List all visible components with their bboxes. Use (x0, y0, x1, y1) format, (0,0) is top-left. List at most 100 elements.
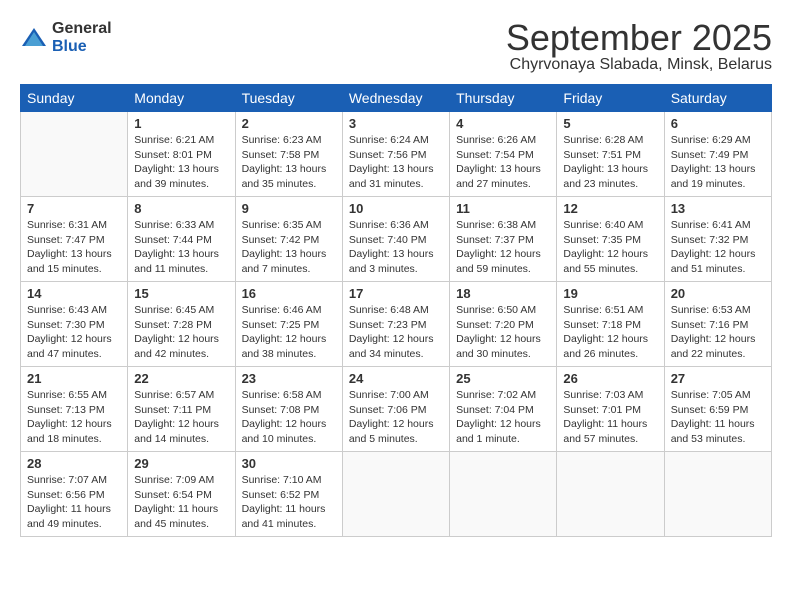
day-header-friday: Friday (557, 85, 664, 112)
day-info: Sunrise: 6:45 AM Sunset: 7:28 PM Dayligh… (134, 303, 228, 362)
day-number: 19 (563, 286, 657, 301)
calendar-cell: 15 Sunrise: 6:45 AM Sunset: 7:28 PM Dayli… (128, 282, 235, 367)
day-header-monday: Monday (128, 85, 235, 112)
day-info: Sunrise: 6:40 AM Sunset: 7:35 PM Dayligh… (563, 218, 657, 277)
calendar-cell: 8 Sunrise: 6:33 AM Sunset: 7:44 PM Daylig… (128, 197, 235, 282)
calendar-cell (342, 452, 449, 537)
month-title: September 2025 (506, 20, 772, 56)
calendar-cell: 2Sunrise: 6:23 AM Sunset: 7:58 PM Daylig… (235, 112, 342, 197)
day-number: 10 (349, 201, 443, 216)
calendar-cell: 23 Sunrise: 6:58 AM Sunset: 7:08 PM Dayli… (235, 367, 342, 452)
day-number: 20 (671, 286, 765, 301)
day-number: 28 (27, 456, 121, 471)
calendar-cell: 12Sunrise: 6:40 AM Sunset: 7:35 PM Dayli… (557, 197, 664, 282)
week-row-2: 7 Sunrise: 6:31 AM Sunset: 7:47 PM Daylig… (21, 197, 772, 282)
day-number: 2 (242, 116, 336, 131)
day-info: Sunrise: 7:07 AM Sunset: 6:56 PM Dayligh… (27, 473, 121, 532)
calendar-cell (450, 452, 557, 537)
calendar-cell: 10 Sunrise: 6:36 AM Sunset: 7:40 PM Dayli… (342, 197, 449, 282)
day-number: 4 (456, 116, 550, 131)
title-block: September 2025 Chyrvonaya Slabada, Minsk… (506, 20, 772, 74)
calendar-cell: 14Sunrise: 6:43 AM Sunset: 7:30 PM Dayli… (21, 282, 128, 367)
day-number: 29 (134, 456, 228, 471)
day-number: 6 (671, 116, 765, 131)
day-info: Sunrise: 7:00 AM Sunset: 7:06 PM Dayligh… (349, 388, 443, 447)
calendar-cell: 5 Sunrise: 6:28 AM Sunset: 7:51 PM Daylig… (557, 112, 664, 197)
calendar-cell: 19 Sunrise: 6:51 AM Sunset: 7:18 PM Dayli… (557, 282, 664, 367)
day-header-thursday: Thursday (450, 85, 557, 112)
day-number: 7 (27, 201, 121, 216)
day-info: Sunrise: 6:35 AM Sunset: 7:42 PM Dayligh… (242, 218, 336, 277)
day-number: 15 (134, 286, 228, 301)
day-info: Sunrise: 7:02 AM Sunset: 7:04 PM Dayligh… (456, 388, 550, 447)
location-subtitle: Chyrvonaya Slabada, Minsk, Belarus (506, 56, 772, 74)
calendar-cell: 6 Sunrise: 6:29 AM Sunset: 7:49 PM Daylig… (664, 112, 771, 197)
day-info: Sunrise: 6:41 AM Sunset: 7:32 PM Dayligh… (671, 218, 765, 277)
day-info: Sunrise: 6:24 AM Sunset: 7:56 PM Dayligh… (349, 133, 443, 192)
logo-general-text: General (52, 20, 112, 38)
calendar-cell: 9Sunrise: 6:35 AM Sunset: 7:42 PM Daylig… (235, 197, 342, 282)
day-number: 23 (242, 371, 336, 386)
calendar-cell (664, 452, 771, 537)
day-number: 21 (27, 371, 121, 386)
calendar-cell: 13 Sunrise: 6:41 AM Sunset: 7:32 PM Dayli… (664, 197, 771, 282)
day-info: Sunrise: 6:43 AM Sunset: 7:30 PM Dayligh… (27, 303, 121, 362)
day-info: Sunrise: 6:33 AM Sunset: 7:44 PM Dayligh… (134, 218, 228, 277)
day-number: 25 (456, 371, 550, 386)
calendar-cell: 7 Sunrise: 6:31 AM Sunset: 7:47 PM Daylig… (21, 197, 128, 282)
logo-text: General Blue (52, 20, 112, 55)
day-info: Sunrise: 6:38 AM Sunset: 7:37 PM Dayligh… (456, 218, 550, 277)
day-info: Sunrise: 7:03 AM Sunset: 7:01 PM Dayligh… (563, 388, 657, 447)
calendar-cell: 17Sunrise: 6:48 AM Sunset: 7:23 PM Dayli… (342, 282, 449, 367)
day-number: 30 (242, 456, 336, 471)
day-info: Sunrise: 6:50 AM Sunset: 7:20 PM Dayligh… (456, 303, 550, 362)
calendar-cell: 11 Sunrise: 6:38 AM Sunset: 7:37 PM Dayli… (450, 197, 557, 282)
calendar-cell: 26 Sunrise: 7:03 AM Sunset: 7:01 PM Dayli… (557, 367, 664, 452)
calendar-cell: 29 Sunrise: 7:09 AM Sunset: 6:54 PM Dayli… (128, 452, 235, 537)
day-number: 5 (563, 116, 657, 131)
day-info: Sunrise: 6:29 AM Sunset: 7:49 PM Dayligh… (671, 133, 765, 192)
day-info: Sunrise: 6:58 AM Sunset: 7:08 PM Dayligh… (242, 388, 336, 447)
day-info: Sunrise: 6:57 AM Sunset: 7:11 PM Dayligh… (134, 388, 228, 447)
day-info: Sunrise: 6:46 AM Sunset: 7:25 PM Dayligh… (242, 303, 336, 362)
day-info: Sunrise: 6:31 AM Sunset: 7:47 PM Dayligh… (27, 218, 121, 277)
day-number: 27 (671, 371, 765, 386)
day-number: 16 (242, 286, 336, 301)
day-header-tuesday: Tuesday (235, 85, 342, 112)
calendar-cell: 21 Sunrise: 6:55 AM Sunset: 7:13 PM Dayli… (21, 367, 128, 452)
week-row-3: 14Sunrise: 6:43 AM Sunset: 7:30 PM Dayli… (21, 282, 772, 367)
week-row-1: 1Sunrise: 6:21 AM Sunset: 8:01 PM Daylig… (21, 112, 772, 197)
day-info: Sunrise: 7:05 AM Sunset: 6:59 PM Dayligh… (671, 388, 765, 447)
calendar-cell: 20 Sunrise: 6:53 AM Sunset: 7:16 PM Dayli… (664, 282, 771, 367)
day-info: Sunrise: 6:48 AM Sunset: 7:23 PM Dayligh… (349, 303, 443, 362)
day-info: Sunrise: 6:53 AM Sunset: 7:16 PM Dayligh… (671, 303, 765, 362)
logo: General Blue (20, 20, 112, 55)
calendar-cell: 18 Sunrise: 6:50 AM Sunset: 7:20 PM Dayli… (450, 282, 557, 367)
day-number: 13 (671, 201, 765, 216)
calendar-cell: 3 Sunrise: 6:24 AM Sunset: 7:56 PM Daylig… (342, 112, 449, 197)
calendar-header-row: SundayMondayTuesdayWednesdayThursdayFrid… (21, 85, 772, 112)
calendar-cell: 16 Sunrise: 6:46 AM Sunset: 7:25 PM Dayli… (235, 282, 342, 367)
day-number: 8 (134, 201, 228, 216)
day-info: Sunrise: 6:51 AM Sunset: 7:18 PM Dayligh… (563, 303, 657, 362)
day-number: 22 (134, 371, 228, 386)
day-number: 26 (563, 371, 657, 386)
calendar-table: SundayMondayTuesdayWednesdayThursdayFrid… (20, 84, 772, 537)
day-info: Sunrise: 6:26 AM Sunset: 7:54 PM Dayligh… (456, 133, 550, 192)
calendar-cell: 1Sunrise: 6:21 AM Sunset: 8:01 PM Daylig… (128, 112, 235, 197)
day-number: 1 (134, 116, 228, 131)
calendar-cell: 30Sunrise: 7:10 AM Sunset: 6:52 PM Dayli… (235, 452, 342, 537)
day-number: 18 (456, 286, 550, 301)
calendar-cell (21, 112, 128, 197)
calendar-cell: 24 Sunrise: 7:00 AM Sunset: 7:06 PM Dayli… (342, 367, 449, 452)
day-number: 11 (456, 201, 550, 216)
day-header-wednesday: Wednesday (342, 85, 449, 112)
calendar-cell: 28 Sunrise: 7:07 AM Sunset: 6:56 PM Dayli… (21, 452, 128, 537)
day-info: Sunrise: 6:28 AM Sunset: 7:51 PM Dayligh… (563, 133, 657, 192)
logo-icon (20, 24, 48, 52)
day-number: 24 (349, 371, 443, 386)
day-info: Sunrise: 6:36 AM Sunset: 7:40 PM Dayligh… (349, 218, 443, 277)
day-info: Sunrise: 7:09 AM Sunset: 6:54 PM Dayligh… (134, 473, 228, 532)
day-info: Sunrise: 6:55 AM Sunset: 7:13 PM Dayligh… (27, 388, 121, 447)
day-number: 3 (349, 116, 443, 131)
